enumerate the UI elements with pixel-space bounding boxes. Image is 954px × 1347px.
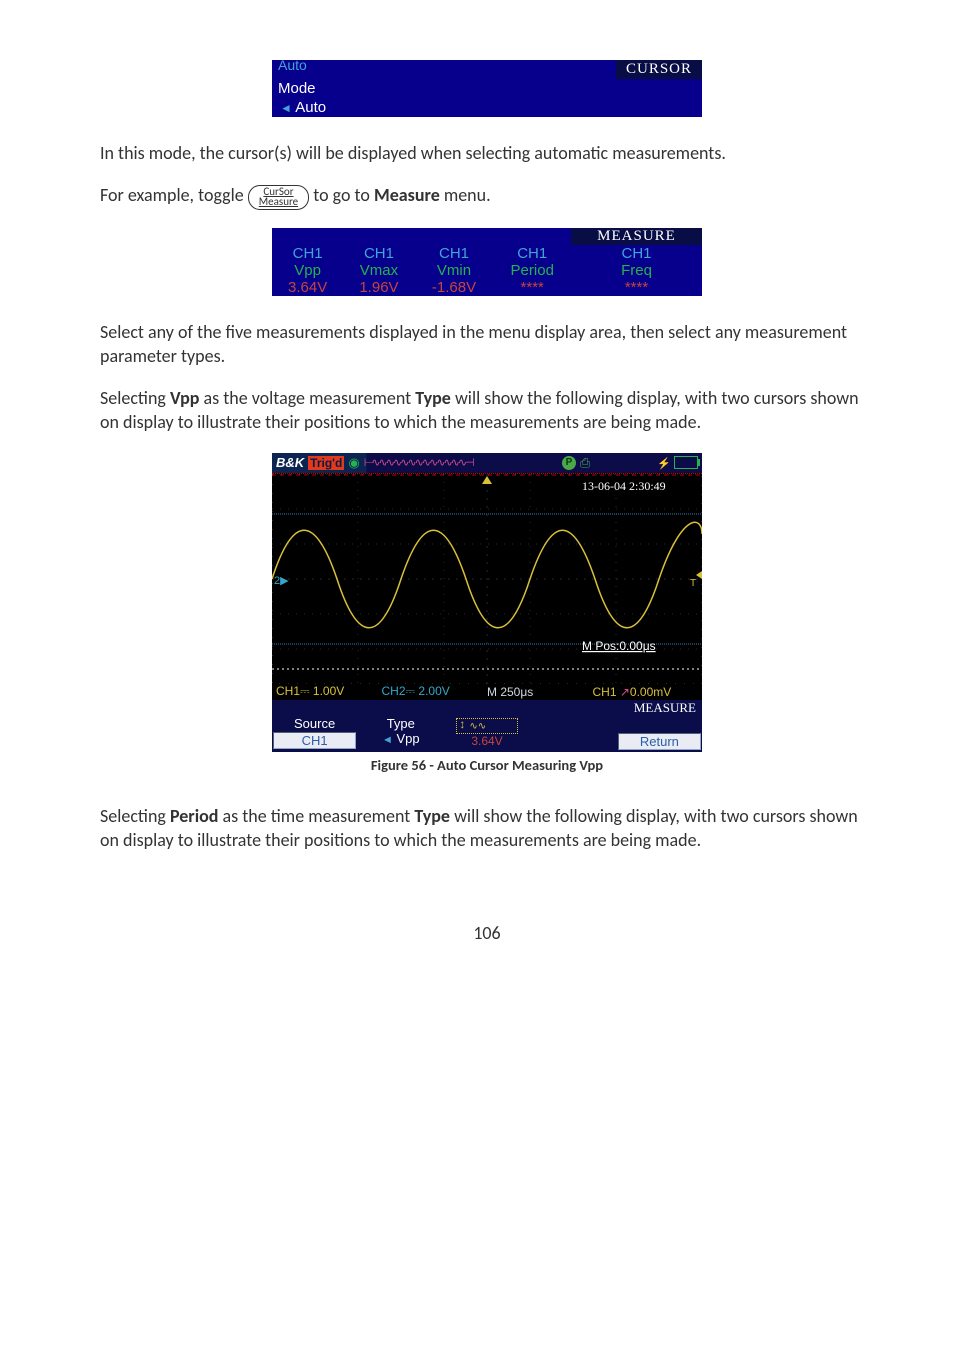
battery-icon: ⚡ [674,456,698,469]
menu-source[interactable]: Source CH1 [272,716,358,752]
cursor-mode-value: Auto [295,99,326,116]
meas-col0-val: 3.64V [272,279,343,296]
meas-col0-ch: CH1 [272,245,343,262]
p-icon: P [562,456,576,470]
mpos-label: M Pos:0.00μs [582,639,656,653]
status-trig: CH1 ↗0.00mV [593,685,699,699]
menu-source-value: CH1 [273,732,356,749]
status-ch1: CH1⎓ 1.00V [276,684,382,699]
paragraph-select: Select any of the five measurements disp… [100,320,874,369]
cursor-menu-panel: Auto CURSOR Mode ◄ Auto [272,60,702,117]
scope-logo: B&K [276,455,304,470]
cursor-measure-toggle-button[interactable]: CurSor Measure [248,185,309,210]
paragraph-period: Selecting Period as the time measurement… [100,804,874,853]
meas-col4-val: **** [571,279,702,296]
scope-screen: 13-06-04 2:30:49 2▶ T M Pos:0.00μs [272,473,702,684]
menu-type-value: Vpp [396,731,419,746]
paragraph-vpp: Selecting Vpp as the voltage measurement… [100,386,874,435]
svg-text:2▶: 2▶ [274,575,289,587]
knob-icon: ◉ [348,455,359,471]
trigd-indicator: Trig'd [308,456,344,470]
status-ch2: CH2⎓ 2.00V [382,684,488,699]
status-timebase: M 250μs [487,685,593,699]
left-arrow-icon: ◄ [278,101,292,115]
meas-col1-param: Vmax [343,262,414,279]
menu-vpp-icon-col[interactable]: ↕ ∿∿ 3.64V [444,716,530,752]
figure-56-scope: B&K Trig'd ◉ ⊢∿∿∿∿∿∿∿∿∿∿∿∿∿⊣ P ⎙ ⚡ [272,453,702,752]
menu-vpp-value: 3.64V [444,734,529,748]
meas-col4-ch: CH1 [571,245,702,262]
meas-col0-param: Vpp [272,262,343,279]
meas-col4-param: Freq [571,262,702,279]
paragraph-intro: In this mode, the cursor(s) will be disp… [100,141,874,165]
meas-col1-ch: CH1 [343,245,414,262]
meas-col3-param: Period [493,262,571,279]
scope-timestamp: 13-06-04 2:30:49 [582,479,666,493]
menu-return-label: Return [618,733,701,750]
paragraph-toggle: For example, toggle CurSor Measure to go… [100,183,874,209]
meas-col2-val: -1.68V [415,279,494,296]
meas-col2-ch: CH1 [415,245,494,262]
cursor-mode-label: Mode [272,79,358,98]
meas-col3-ch: CH1 [493,245,571,262]
cursor-menu-title: CURSOR [616,60,702,79]
preview-waveform-icon: ⊢∿∿∿∿∿∿∿∿∿∿∿∿∿⊣ [364,456,558,469]
left-arrow-icon: ◄ [382,734,393,746]
meas-col1-val: 1.96V [343,279,414,296]
menu-type[interactable]: Type ◄ Vpp [358,716,444,752]
measure-menu-panel: MEASURE CH1 CH1 CH1 CH1 CH1 Vpp Vmax Vmi… [272,228,702,296]
measure-menu-title: MEASURE [571,228,702,245]
figure-56-caption: Figure 56 - Auto Cursor Measuring Vpp [100,756,874,774]
page-number: 106 [100,922,874,944]
mode-cutoff-label: Auto [272,60,358,79]
meas-col3-val: **** [493,279,571,296]
svg-text:T: T [690,578,696,589]
usb-icon: ⎙ [580,455,590,471]
menu-empty [531,716,617,752]
measure-label: MEASURE [272,700,702,716]
menu-return[interactable]: Return [617,716,702,752]
meas-col2-param: Vmin [415,262,494,279]
